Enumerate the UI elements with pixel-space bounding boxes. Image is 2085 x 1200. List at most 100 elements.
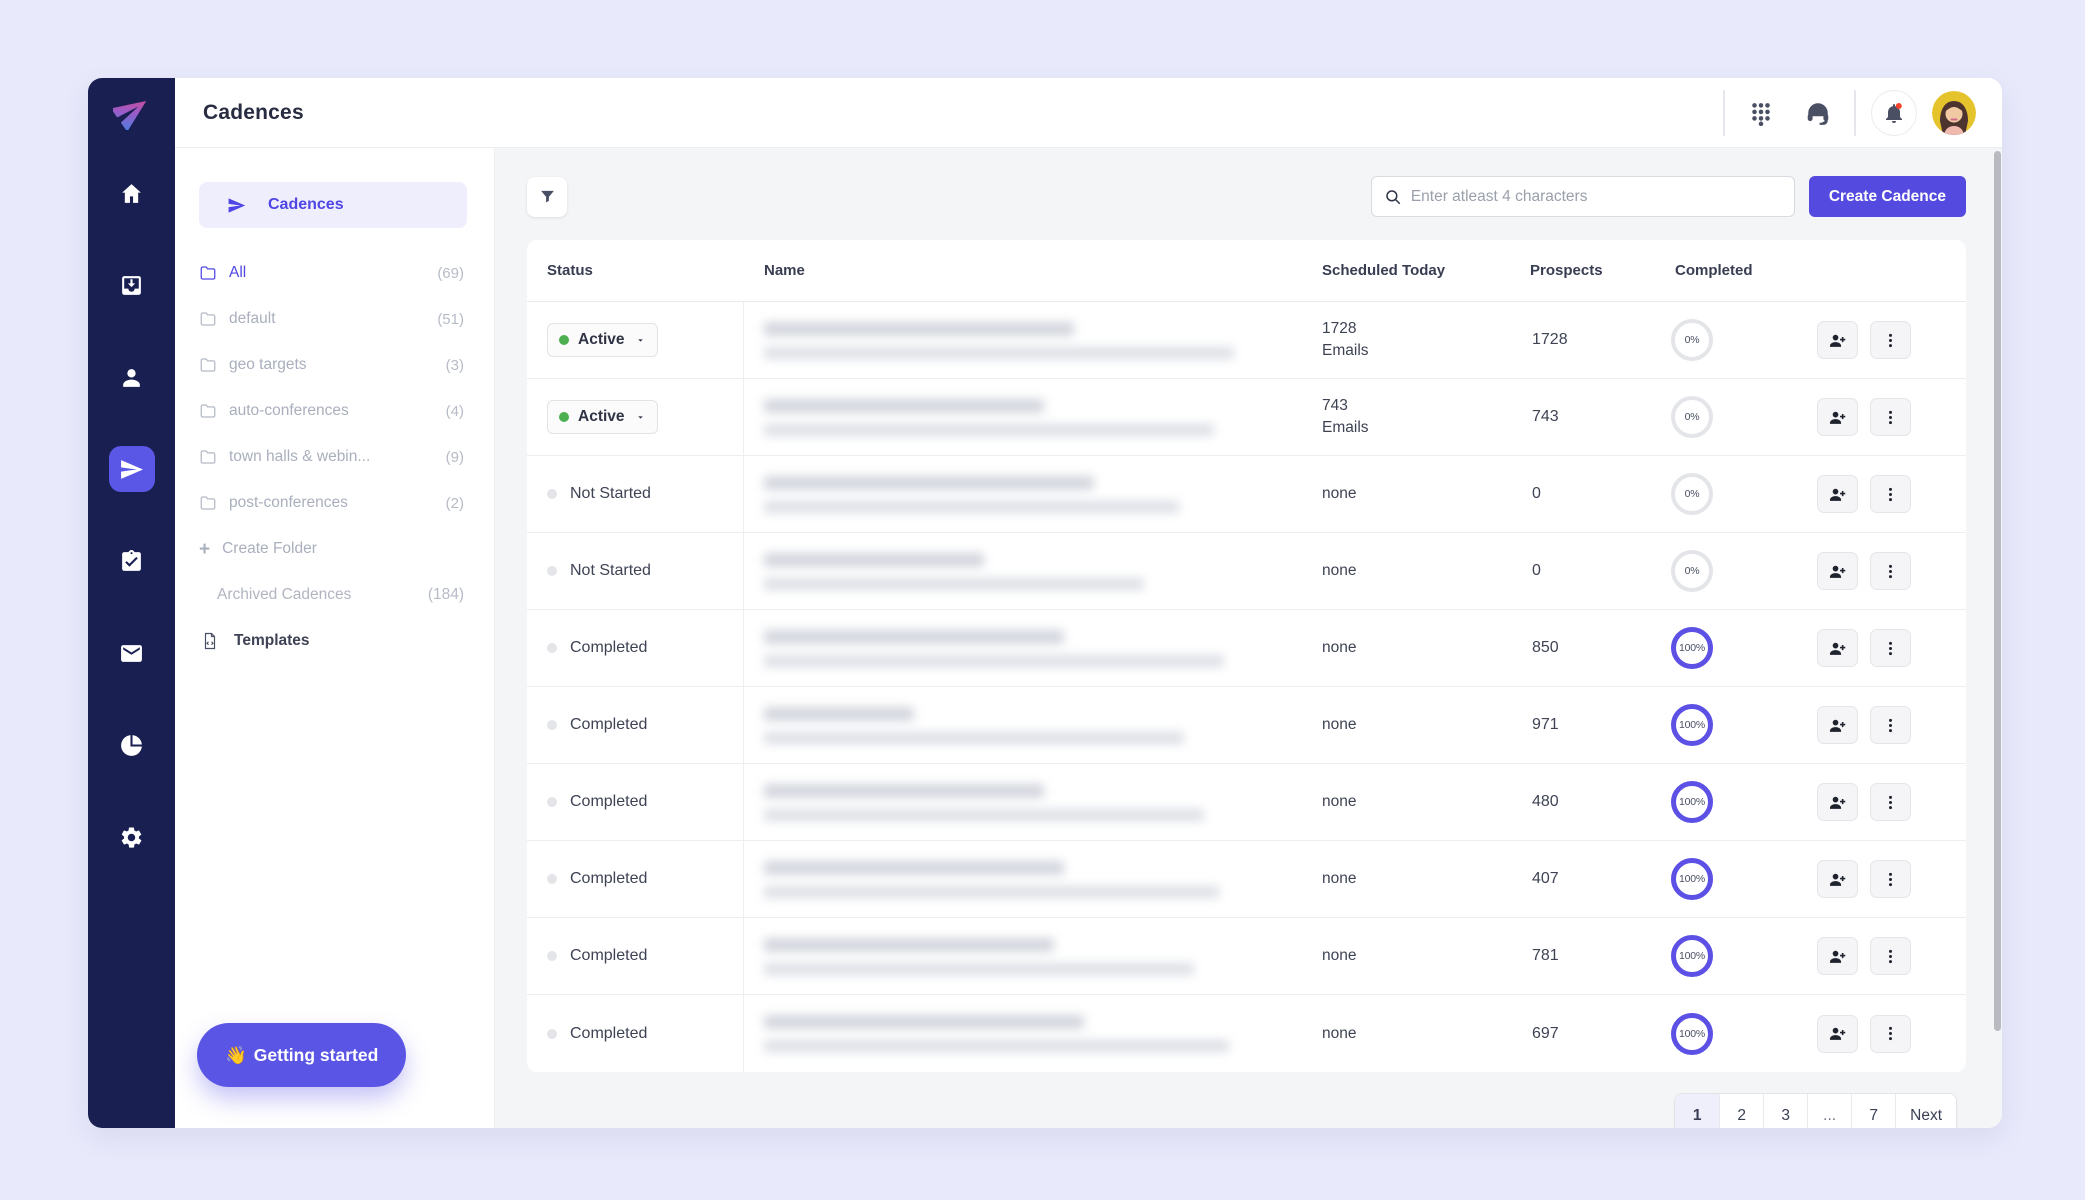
add-prospect-button[interactable] (1817, 1015, 1858, 1053)
blurred-text-line (764, 1040, 1229, 1052)
cadence-name-redacted[interactable] (744, 322, 1302, 359)
sidebar-folder-item[interactable]: All (69) (175, 250, 494, 296)
dialpad-button[interactable] (1740, 92, 1782, 134)
cadence-name-redacted[interactable] (744, 399, 1302, 436)
create-folder-button[interactable]: + Create Folder (175, 526, 494, 572)
sidebar-folder-item[interactable]: town halls & webin... (9) (175, 434, 494, 480)
rail-item-email[interactable] (109, 630, 155, 676)
status-cell: Completed (527, 764, 744, 840)
status-dropdown[interactable]: Active (547, 400, 658, 434)
prospects-cell: 743 (1530, 408, 1655, 426)
plus-icon: + (199, 540, 210, 559)
rail-item-contacts[interactable] (109, 354, 155, 400)
cadence-name-redacted[interactable] (744, 630, 1302, 667)
blurred-text-line (764, 553, 984, 567)
search-input[interactable] (1411, 177, 1794, 216)
completed-cell: 100% (1655, 1013, 1815, 1055)
row-menu-button[interactable] (1870, 321, 1911, 359)
folder-count: (69) (437, 265, 464, 282)
add-prospect-button[interactable] (1817, 475, 1858, 513)
pagination-item[interactable]: 1 (1675, 1094, 1719, 1128)
getting-started-label: Getting started (254, 1045, 378, 1066)
row-menu-button[interactable] (1870, 1015, 1911, 1053)
completion-percent: 100% (1679, 1028, 1705, 1040)
create-cadence-button[interactable]: Create Cadence (1809, 176, 1966, 217)
cadence-name-redacted[interactable] (744, 861, 1302, 898)
cadence-name-redacted[interactable] (744, 476, 1302, 513)
add-prospect-button[interactable] (1817, 321, 1858, 359)
table-row: Completed none (527, 841, 1966, 918)
rail-item-settings[interactable] (109, 814, 155, 860)
table-row: Completed none (527, 764, 1966, 841)
notifications-button[interactable] (1871, 90, 1917, 136)
sidebar-folder-item[interactable]: auto-conferences (4) (175, 388, 494, 434)
folder-icon (199, 494, 217, 512)
sidebar-folder-item[interactable]: geo targets (3) (175, 342, 494, 388)
add-prospect-button[interactable] (1817, 706, 1858, 744)
add-prospect-button[interactable] (1817, 860, 1858, 898)
person-plus-icon (1828, 870, 1847, 889)
completion-ring: 0% (1671, 319, 1713, 361)
status-cell: Completed (527, 610, 744, 686)
add-prospect-button[interactable] (1817, 629, 1858, 667)
pagination-item[interactable]: Next (1895, 1094, 1956, 1128)
folder-icon (199, 402, 217, 420)
paper-plane-icon (119, 457, 144, 482)
row-menu-button[interactable] (1870, 475, 1911, 513)
blurred-text-line (764, 322, 1074, 336)
sidebar-item-label: Cadences (268, 196, 344, 214)
rail-item-tasks[interactable] (109, 538, 155, 584)
pagination-item[interactable]: 7 (1851, 1094, 1895, 1128)
scheduled-today-cell: 743 Emails (1302, 395, 1530, 438)
pagination-item[interactable]: 3 (1763, 1094, 1807, 1128)
status-label: Active (578, 408, 625, 426)
dialpad-icon (1748, 100, 1774, 126)
row-menu-button[interactable] (1870, 937, 1911, 975)
add-prospect-button[interactable] (1817, 937, 1858, 975)
cadence-name-redacted[interactable] (744, 938, 1302, 975)
support-headset-button[interactable] (1797, 92, 1839, 134)
filter-button[interactable] (527, 177, 567, 217)
sidebar-folder-item[interactable]: default (51) (175, 296, 494, 342)
folder-label: town halls & webin... (229, 448, 434, 466)
row-menu-button[interactable] (1870, 783, 1911, 821)
scheduled-today-cell: none (1302, 637, 1530, 659)
active-status-dot (559, 412, 569, 422)
completion-ring: 0% (1671, 473, 1713, 515)
status-dot (547, 797, 557, 807)
rail-item-home[interactable] (109, 170, 155, 216)
templates-item[interactable]: Templates (175, 618, 494, 664)
app-window: Cadences (88, 78, 2002, 1128)
rail-item-inbox[interactable] (109, 262, 155, 308)
scrollbar-thumb[interactable] (1994, 151, 2001, 1031)
cadence-name-redacted[interactable] (744, 707, 1302, 744)
row-menu-button[interactable] (1870, 398, 1911, 436)
person-plus-icon (1828, 716, 1847, 735)
sidebar-item-cadences[interactable]: Cadences (199, 182, 467, 228)
status-dropdown[interactable]: Active (547, 323, 658, 357)
sidebar-folder-item[interactable]: post-conferences (2) (175, 480, 494, 526)
row-menu-button[interactable] (1870, 860, 1911, 898)
cadence-name-redacted[interactable] (744, 553, 1302, 590)
getting-started-button[interactable]: 👋 Getting started (197, 1023, 406, 1087)
divider (1723, 90, 1725, 136)
row-menu-button[interactable] (1870, 552, 1911, 590)
row-actions (1815, 629, 1966, 667)
status-text: Completed (547, 947, 647, 965)
add-prospect-button[interactable] (1817, 552, 1858, 590)
pagination-item[interactable]: ... (1807, 1094, 1851, 1128)
cadence-name-redacted[interactable] (744, 784, 1302, 821)
rail-item-cadences[interactable] (109, 446, 155, 492)
column-header-name: Name (744, 262, 1302, 279)
user-avatar[interactable] (1932, 91, 1976, 135)
row-menu-button[interactable] (1870, 706, 1911, 744)
rail-item-reports[interactable] (109, 722, 155, 768)
pagination-item[interactable]: 2 (1719, 1094, 1763, 1128)
add-prospect-button[interactable] (1817, 398, 1858, 436)
row-menu-button[interactable] (1870, 629, 1911, 667)
completed-cell: 0% (1655, 396, 1815, 438)
paper-plane-icon (227, 196, 246, 215)
add-prospect-button[interactable] (1817, 783, 1858, 821)
archived-cadences-item[interactable]: Archived Cadences (184) (175, 572, 494, 618)
cadence-name-redacted[interactable] (744, 1015, 1302, 1052)
